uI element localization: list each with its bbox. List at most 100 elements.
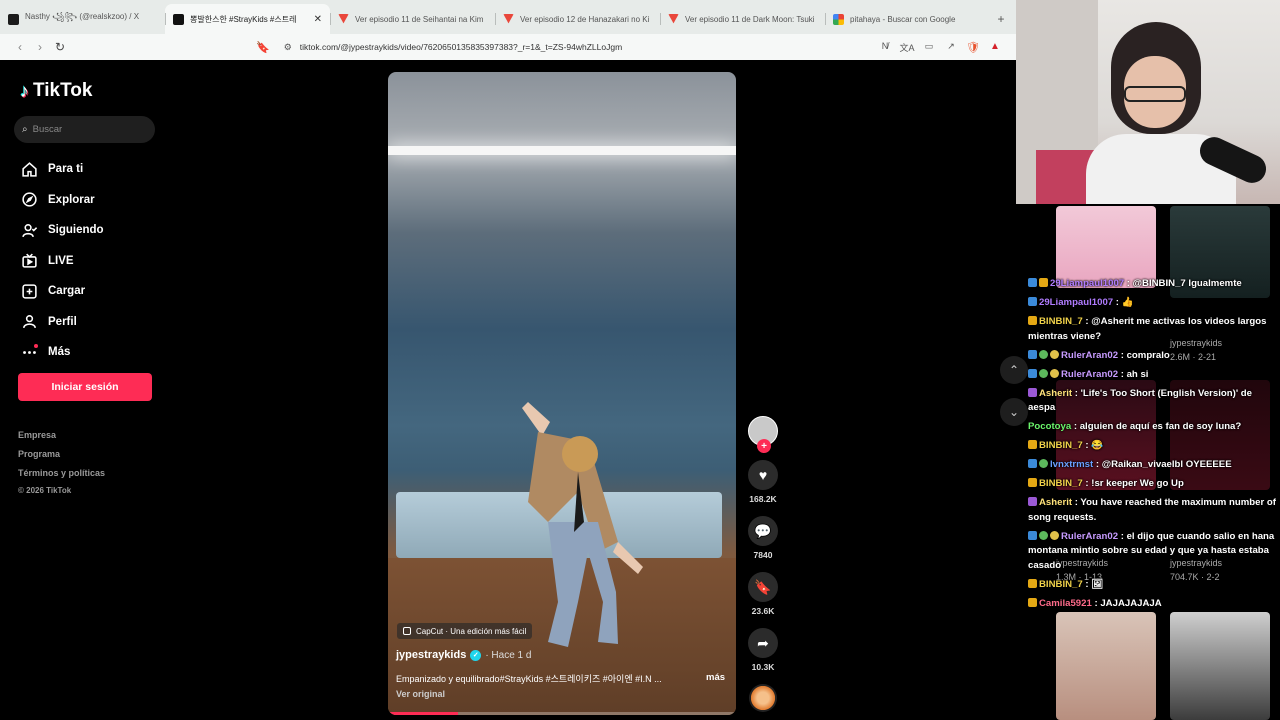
chat-badge-icon [1039, 349, 1048, 359]
back-button[interactable]: ‹ [10, 40, 30, 54]
video-author: jypestraykids ✓ · Hace 1 d [396, 649, 531, 661]
video-player[interactable]: CapCut · Una edición más fácil jypestray… [388, 72, 736, 715]
sidebar-item-profile[interactable]: Perfil [20, 307, 104, 338]
chat-username: Pocotoya [1028, 421, 1072, 432]
tiktok-logo-text: TikTok [33, 80, 93, 101]
chat-message: BINBIN_7 : !sr keeper We go Up [1028, 477, 1276, 492]
chat-separator: : [1082, 440, 1092, 451]
capcut-tag[interactable]: CapCut · Una edición más fácil [397, 623, 533, 639]
video-frame-ceiling-light [388, 146, 736, 155]
chat-badge-icon [1028, 440, 1037, 449]
translate-icon[interactable]: 文A [896, 41, 918, 54]
tab-title: pitahaya - Buscar con Google [850, 14, 956, 24]
brave-shield-icon[interactable]: 🛡 [962, 41, 984, 54]
more-button[interactable]: más [706, 672, 725, 683]
sidebar-item-following[interactable]: Siguiendo [20, 215, 104, 246]
like-action: ♥ 168.2K [744, 460, 782, 506]
tab-title: Nasthy ꧁꧂ (@realskzoo) / X [25, 12, 140, 21]
new-tab-button[interactable]: + [990, 4, 1012, 34]
brave-rewards-icon[interactable]: ▲ [984, 41, 1006, 54]
copyright-text: © 2026 TikTok [18, 486, 72, 496]
tab-favicon-icon [338, 13, 349, 24]
sidebar-item-compass[interactable]: Explorar [20, 185, 104, 216]
live-icon [20, 252, 38, 270]
extension-icons: N̸ 文A ▭ ↗ 🛡 ▲ [874, 41, 1006, 54]
login-button[interactable]: Iniciar sesión [18, 373, 152, 401]
chat-message: 29Liampaul1007 : 👍 [1028, 296, 1276, 311]
follow-icon[interactable]: + [757, 439, 771, 453]
chat-badge-icon [1028, 278, 1037, 287]
save-icon[interactable]: 🔖 [748, 572, 778, 602]
related-video-thumb[interactable] [1056, 206, 1156, 288]
site-info-icon[interactable]: ⚙ [284, 42, 292, 53]
related-video-thumb[interactable] [1056, 612, 1156, 720]
home-icon [20, 160, 38, 178]
capcut-icon [403, 627, 411, 635]
chat-username: 29Liampaul1007 [1039, 297, 1114, 308]
chat-message: lvnxtrmst : @Raikan_vivaelbl OYEEEEE [1028, 458, 1276, 473]
chat-username: BINBIN_7 [1039, 440, 1083, 451]
chat-badge-icon [1039, 368, 1048, 378]
address-bar[interactable]: tiktok.com/@jypestraykids/video/76206501… [300, 42, 874, 52]
sidebar-item-more[interactable]: Más [20, 337, 104, 368]
sidebar-item-live[interactable]: LIVE [20, 246, 104, 277]
video-description: Empanizado y equilibrado#StrayKids #스트레이… [396, 674, 662, 684]
author-name[interactable]: jypestraykids [396, 649, 466, 661]
bookmark-icon[interactable]: 🔖 [256, 41, 270, 54]
chat-separator: : [1124, 278, 1133, 289]
reload-button[interactable]: ↻ [50, 40, 70, 54]
tiktok-logo[interactable]: ♪ TikTok [20, 80, 92, 102]
reader-mode-icon[interactable]: N̸ [874, 41, 896, 54]
chat-separator: : [1082, 578, 1092, 590]
chat-text: compralo [1126, 349, 1170, 361]
chat-separator: : [1118, 349, 1127, 361]
forward-button[interactable]: › [30, 40, 50, 54]
share-icon[interactable]: ↗ [940, 41, 962, 54]
browser-tab[interactable]: Nasthy ꧁꧂ (@realskzoo) / X [0, 4, 165, 34]
chat-username: Asherit [1039, 497, 1073, 508]
sidebar-nav: Para ti Explorar Siguiendo LIVE Cargar Perfil… [20, 154, 104, 368]
like-icon[interactable]: ♥ [748, 460, 778, 490]
chat-separator: : [1118, 368, 1127, 380]
footer-link-company[interactable]: Empresa [18, 430, 105, 449]
chat-text: @BINBIN_7 Igualmemte [1132, 278, 1242, 289]
screen-cast-icon[interactable]: ▭ [918, 41, 940, 54]
tab-title: 뽕발한스한 #StrayKids #스트레 [190, 14, 297, 24]
sidebar-item-label: Perfil [48, 315, 77, 328]
view-original-link[interactable]: Ver original [396, 689, 445, 699]
footer-link-terms[interactable]: Términos y políticas [18, 468, 105, 487]
creator-avatar[interactable]: + [748, 416, 778, 453]
tab-favicon-icon [173, 13, 184, 25]
next-video-icon[interactable]: ⌄ [1000, 398, 1028, 426]
browser-tab[interactable]: Ver episodio 11 de Seihantai na Kim [330, 4, 495, 34]
sidebar-item-home[interactable]: Para ti [20, 154, 104, 185]
browser-tab[interactable]: Ver episodio 12 de Hanazakari no Ki [495, 4, 660, 34]
tab-title: Ver episodio 11 de Seihantai na Kim [355, 14, 484, 24]
browser-tab[interactable]: Ver episodio 11 de Dark Moon: Tsuki [660, 4, 825, 34]
browser-tab[interactable]: 뽕발한스한 #StrayKids #스트레 ✕ [165, 4, 330, 34]
related-video-thumb[interactable] [1170, 612, 1270, 720]
chat-message: Asherit : You have reached the maximum n… [1028, 496, 1276, 525]
comment-icon[interactable]: 💬 [748, 516, 778, 546]
chat-text: 😂 [1091, 440, 1104, 451]
footer-link-program[interactable]: Programa [18, 449, 105, 468]
chat-message: RulerAran02 : ah si [1028, 368, 1276, 383]
share-action: ➦ 10.3K [744, 628, 782, 674]
browser-tab[interactable]: pitahaya - Buscar con Google [825, 4, 990, 34]
search-input[interactable] [32, 124, 143, 135]
chat-badge-icon [1050, 349, 1059, 359]
chat-username: Camila5921 [1039, 597, 1092, 609]
sidebar-item-upload[interactable]: Cargar [20, 276, 104, 307]
chat-badge-icon [1028, 497, 1037, 506]
comment-count: 7840 [753, 550, 773, 560]
chat-username: BINBIN_7 [1039, 478, 1083, 489]
music-disc-icon[interactable] [749, 684, 777, 712]
sidebar-item-label: LIVE [48, 254, 74, 267]
previous-video-icon[interactable]: ⌃ [1000, 356, 1028, 384]
save-count: 23.6K [751, 606, 775, 616]
chat-badge-icon [1028, 387, 1037, 397]
video-progress-bar[interactable] [388, 712, 736, 715]
search-icon: ⌕ [22, 124, 28, 135]
tab-close-icon[interactable]: ✕ [314, 14, 322, 25]
share-icon[interactable]: ➦ [748, 628, 778, 658]
